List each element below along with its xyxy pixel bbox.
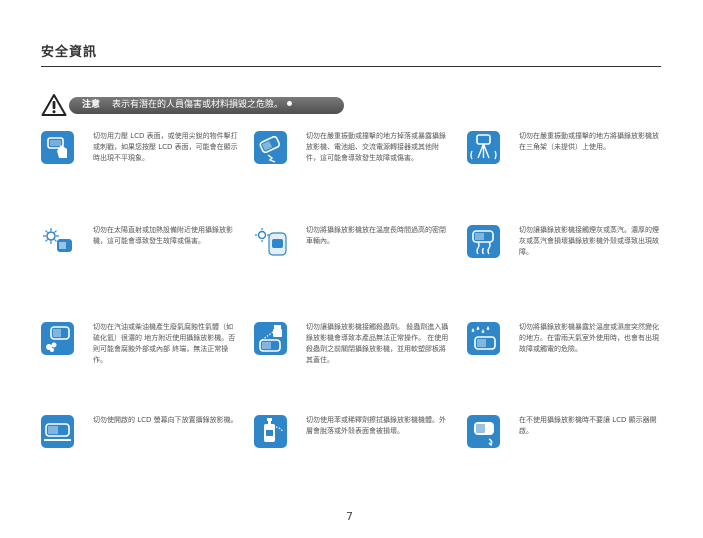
safety-text-8: 切勿讓攝錄放影機接觸殺蟲劑。 殺蟲劑進入攝錄放影機會導致本產品無法正常操作。 在…: [306, 323, 449, 364]
lcd-close-icon: [467, 415, 500, 448]
safety-text-1: 切勿用力壓 LCD 表面，或使用尖銳的物件擊打或刺戳，如果您按壓 LCD 表面，…: [93, 132, 238, 162]
warning-label: 注意: [82, 100, 101, 110]
smoke-steam-icon: [467, 225, 500, 258]
safety-text-3: 切勿在嚴重振動或撞擊的地方將攝錄放影機放在三角架（未提供）上使用。: [519, 132, 659, 151]
lcd-facedown-icon: [41, 415, 74, 448]
page-number: 7: [346, 510, 353, 523]
warning-banner: 注意 表示有潛在的人員傷害或材料損毀之危險。: [69, 97, 344, 114]
sunlight-icon: [41, 225, 74, 258]
finger-press-icon: [41, 131, 74, 164]
spray-icon: [254, 322, 287, 355]
safety-text-10: 切勿使開啟的 LCD 螢幕向下放置攝錄放影機。: [93, 416, 238, 424]
tripod-vibration-icon: [467, 131, 500, 164]
safety-text-4: 切勿在太陽直射或加熱設備附近使用攝錄放影機，這可能會導致發生故障或傷害。: [93, 226, 233, 245]
corrosive-gas-icon: [41, 322, 74, 355]
safety-text-9: 切勿將攝錄放影機暴露於溫度或濕度突然變化的地方。在雷雨天氣室外使用時，也會有出現…: [519, 323, 659, 353]
section-title: 安全資訊: [41, 45, 98, 60]
safety-text-12: 在不使用攝錄放影機時不要讓 LCD 顯示器開啟。: [519, 416, 657, 435]
safety-text-6: 切勿讓攝錄放影機接觸煙灰或蒸汽。濃厚的煙灰或蒸汽會損壞攝錄放影機外殼或導致出現故…: [519, 226, 659, 256]
warning-text: 表示有潛在的人員傷害或材料損毀之危險。: [112, 100, 284, 110]
warning-triangle-icon: [41, 93, 67, 117]
safety-text-11: 切勿使用苯或稀釋劑擦拭攝錄放影機機體。外層會脫落或外殼表面會被損壞。: [306, 416, 446, 435]
safety-text-7: 切勿在汽油或柴油機產生廢氣腐蝕性氣體（如硫化氫）很濃的 地方附近使用攝錄放影機。…: [93, 323, 236, 364]
safety-text-2: 切勿在嚴重振動或撞擊的地方掉落或暴露攝錄放影機、電池組、交流電源轉接器或其他附件…: [306, 132, 446, 162]
chemical-bottle-icon: [254, 415, 287, 448]
device-impact-icon: [254, 131, 287, 164]
title-divider: [41, 66, 661, 67]
bullet-dot: [287, 101, 293, 106]
safety-text-5: 切勿將攝錄放影機放在溫度長時間過高的密閉車輛內。: [306, 226, 446, 245]
humidity-icon: [467, 322, 500, 355]
hot-car-icon: [254, 225, 287, 258]
